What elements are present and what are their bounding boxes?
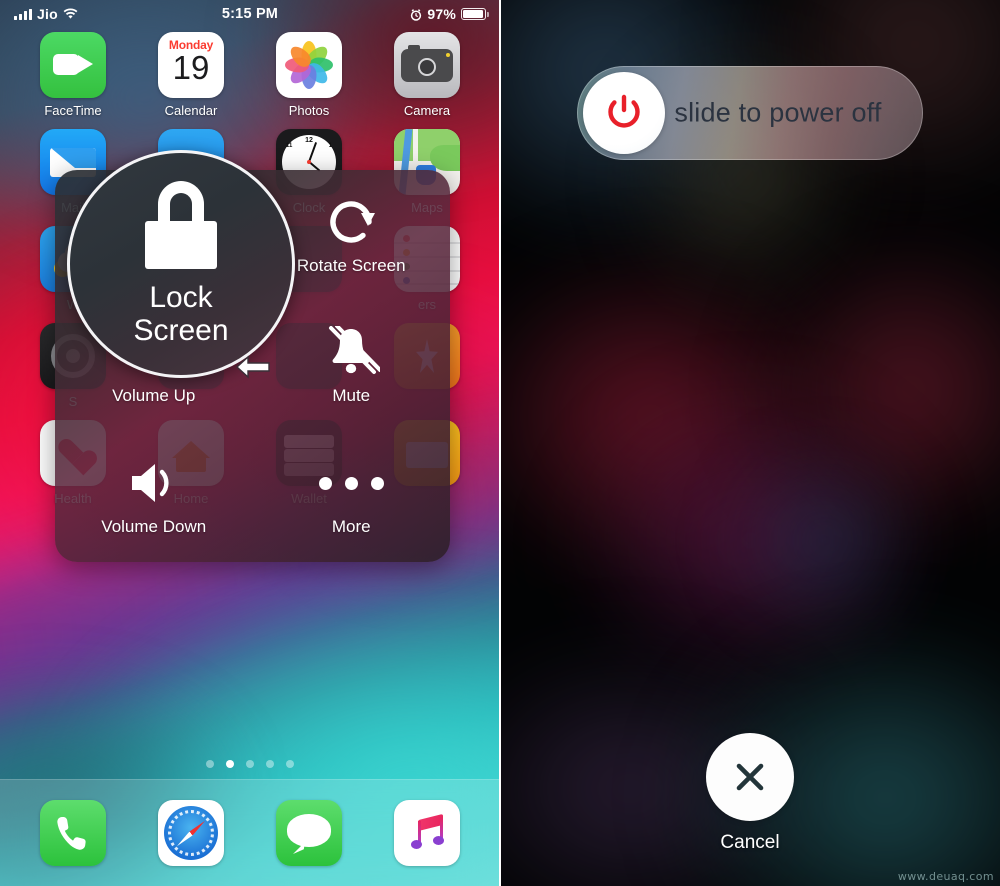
page-dot[interactable] — [246, 760, 254, 768]
app-label: Camera — [403, 103, 451, 118]
close-x-icon[interactable] — [706, 733, 794, 821]
slide-to-power-off-slider[interactable]: slide to power off — [577, 66, 923, 160]
app-label: Photos — [288, 103, 330, 118]
battery-percent-label: 97% — [427, 6, 456, 22]
app-photos[interactable]: Photos — [268, 32, 350, 118]
clock-numeral-12: 12 — [305, 137, 313, 144]
app-camera[interactable]: Camera — [386, 32, 468, 118]
screenshot-root: Jio 5:15 PM 97% FaceTime Monday 19 Calen… — [0, 0, 1000, 886]
assistive-item-label: Volume Up — [112, 386, 196, 406]
page-dot-active[interactable] — [226, 760, 234, 768]
clock-numeral-1: 1 — [328, 143, 332, 149]
left-phone-screen: Jio 5:15 PM 97% FaceTime Monday 19 Calen… — [0, 0, 500, 886]
app-row: FaceTime Monday 19 Calendar Photos Camer… — [0, 32, 500, 118]
messages-bubble-icon[interactable] — [276, 800, 342, 866]
app-facetime[interactable]: FaceTime — [32, 32, 114, 118]
cellular-bars-icon — [14, 8, 32, 20]
assistive-item-label: Volume Down — [101, 517, 207, 537]
alarm-clock-icon — [410, 8, 422, 21]
status-bar: Jio 5:15 PM 97% — [0, 0, 500, 28]
bell-slash-icon — [322, 325, 381, 379]
wifi-icon — [63, 8, 78, 20]
app-calendar[interactable]: Monday 19 Calendar — [150, 32, 232, 118]
phone-icon[interactable] — [40, 800, 106, 866]
assistive-item-more[interactable]: More — [253, 431, 451, 562]
music-note-icon[interactable] — [394, 800, 460, 866]
assistive-item-mute[interactable]: Mute — [253, 301, 451, 432]
left-arrow-pointer-icon — [235, 355, 270, 379]
ellipsis-icon — [318, 456, 384, 510]
app-label: Calendar — [164, 103, 218, 118]
panel-divider — [499, 0, 501, 886]
cancel-button[interactable]: Cancel — [500, 733, 1000, 854]
calendar-day-number: 19 — [172, 49, 210, 86]
assistive-item-volume-down[interactable]: Volume Down — [55, 431, 253, 562]
calendar-icon: Monday 19 — [158, 32, 224, 98]
lock-screen-magnifier-callout: Lock Screen — [67, 150, 295, 378]
power-slider-knob[interactable] — [583, 72, 665, 154]
power-icon — [608, 94, 640, 128]
right-phone-screen: slide to power off Cancel www.deuaq.com — [500, 0, 1000, 886]
battery-icon — [461, 8, 489, 20]
cancel-label: Cancel — [720, 832, 780, 853]
page-dot[interactable] — [286, 760, 294, 768]
carrier-label: Jio — [37, 6, 58, 22]
clock-numeral-11: 11 — [286, 143, 293, 149]
page-dot[interactable] — [266, 760, 274, 768]
magnifier-label: Lock Screen — [133, 281, 229, 347]
dock — [0, 779, 500, 886]
assistive-item-label: Rotate Screen — [296, 255, 406, 275]
speaker-low-icon — [130, 456, 178, 510]
facetime-icon — [40, 32, 106, 98]
camera-icon — [394, 32, 460, 98]
safari-compass-icon[interactable] — [158, 800, 224, 866]
rotate-arrow-icon — [325, 195, 377, 249]
assistive-item-label: Mute — [332, 386, 371, 406]
photos-icon — [276, 32, 342, 98]
assistive-item-label: More — [331, 517, 371, 537]
watermark: www.deuaq.com — [897, 870, 994, 883]
app-label: FaceTime — [44, 103, 102, 118]
page-indicator-dots[interactable] — [0, 760, 500, 768]
page-dot[interactable] — [206, 760, 214, 768]
padlock-icon — [142, 181, 220, 269]
